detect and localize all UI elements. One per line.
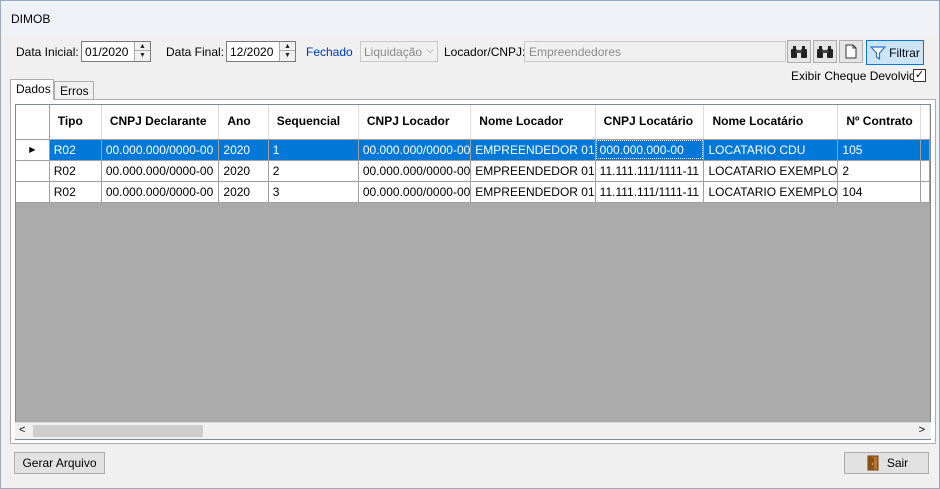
filtrar-button[interactable]: Filtrar — [866, 40, 924, 65]
column-header-overflow — [920, 105, 930, 140]
tab-erros[interactable]: Erros — [54, 81, 94, 100]
data-final-label: Data Final: — [166, 45, 225, 59]
spin-down-icon[interactable]: ▼ — [135, 51, 150, 60]
cell-contrato[interactable]: 105 — [837, 139, 921, 161]
window-title: DIMOB — [11, 12, 51, 26]
filter-toolbar: Data Inicial: 01/2020 ▲ ▼ Data Final: 12… — [1, 35, 939, 83]
data-final-spinner[interactable]: ▲ ▼ — [279, 42, 295, 61]
binoculars-icon — [791, 45, 807, 58]
cell-sequencial[interactable]: 1 — [268, 139, 359, 161]
scrollbar-thumb[interactable] — [33, 425, 203, 437]
grid-table: Tipo CNPJ Declarante Ano Sequencial CNPJ… — [16, 105, 930, 203]
cell-cnpj-declarante[interactable]: 00.000.000/0000-00 — [101, 181, 220, 203]
cell-tipo[interactable]: R02 — [49, 160, 102, 182]
cell-tipo[interactable]: R02 — [49, 181, 102, 203]
cell-nome-locatario[interactable]: LOCATARIO CDU — [703, 139, 839, 161]
cell-contrato[interactable]: 104 — [837, 181, 921, 203]
cell-ano[interactable]: 2020 — [218, 139, 269, 161]
horizontal-scrollbar[interactable]: < > — [15, 422, 931, 439]
tab-dados[interactable]: Dados — [10, 79, 54, 100]
row-selector[interactable] — [16, 181, 50, 203]
scroll-right-arrow-icon[interactable]: > — [919, 424, 925, 436]
cell-sequencial[interactable]: 3 — [268, 181, 359, 203]
search-binoculars-alt-button[interactable] — [813, 40, 837, 63]
cell-cnpj-locatario[interactable]: 11.111.111/1111-11 — [595, 181, 705, 203]
cell-cnpj-declarante[interactable]: 00.000.000/0000-00 — [101, 139, 220, 161]
dimob-window: DIMOB Data Inicial: 01/2020 ▲ ▼ Data Fin… — [0, 0, 940, 489]
data-inicial-label: Data Inicial: — [16, 45, 79, 59]
data-final-value: 12/2020 — [230, 45, 274, 59]
cell-cnpj-locador[interactable]: 00.000.000/0000-00 — [358, 160, 472, 182]
column-header[interactable]: Nome Locatário — [703, 105, 839, 140]
gerar-arquivo-button[interactable]: Gerar Arquivo — [14, 452, 105, 474]
binoculars-icon — [817, 45, 833, 58]
column-header[interactable]: CNPJ Locador — [358, 105, 472, 140]
title-bar: DIMOB — [1, 1, 939, 35]
liquidacao-select[interactable]: Liquidação ⌵ — [360, 41, 438, 62]
row-header-corner — [16, 105, 50, 140]
locador-value: Empreendedores — [529, 45, 622, 59]
data-inicial-value: 01/2020 — [85, 45, 129, 59]
table-row[interactable]: ▶ R02 00.000.000/0000-00 2020 1 00.000.0… — [16, 139, 930, 161]
column-header[interactable]: Nº Contrato — [837, 105, 921, 140]
cell-cnpj-locador[interactable]: 00.000.000/0000-00 — [358, 139, 472, 161]
checkmark-icon: ✓ — [914, 69, 925, 81]
row-selector[interactable] — [16, 160, 50, 182]
filter-funnel-icon — [870, 45, 887, 60]
search-binoculars-button[interactable] — [787, 40, 811, 63]
cell-nome-locatario[interactable]: LOCATARIO EXEMPLO — [703, 181, 839, 203]
cell-nome-locador[interactable]: EMPREENDEDOR 01 — [470, 181, 596, 203]
dados-panel: Tipo CNPJ Declarante Ano Sequencial CNPJ… — [10, 99, 936, 444]
exibir-cheque-checkbox[interactable]: ✓ — [913, 69, 926, 82]
cell-cnpj-locatario[interactable]: 000.000.000-00 — [595, 139, 705, 161]
exibir-cheque-label: Exibir Cheque Devolvido — [791, 69, 923, 83]
chevron-down-icon: ⌵ — [426, 45, 434, 56]
data-inicial-spinner[interactable]: ▲ ▼ — [134, 42, 150, 61]
cell-cnpj-declarante[interactable]: 00.000.000/0000-00 — [101, 160, 220, 182]
cell-contrato[interactable]: 2 — [837, 160, 921, 182]
data-inicial-field[interactable]: 01/2020 ▲ ▼ — [81, 41, 151, 62]
cell-cnpj-locador[interactable]: 00.000.000/0000-00 — [358, 181, 472, 203]
scroll-left-arrow-icon[interactable]: < — [19, 424, 25, 436]
spin-down-icon[interactable]: ▼ — [280, 51, 295, 60]
table-row[interactable]: R02 00.000.000/0000-00 2020 3 00.000.000… — [16, 181, 930, 203]
locador-input[interactable]: Empreendedores — [524, 41, 786, 62]
cell-nome-locador[interactable]: EMPREENDEDOR 01 — [470, 160, 596, 182]
sair-label: Sair — [886, 456, 909, 470]
cell-overflow — [920, 181, 930, 203]
cell-ano[interactable]: 2020 — [218, 181, 269, 203]
document-icon — [845, 44, 857, 59]
liquidacao-value: Liquidação — [364, 45, 423, 59]
filtrar-label: Filtrar — [889, 45, 920, 60]
gerar-arquivo-label: Gerar Arquivo — [22, 456, 97, 470]
column-header[interactable]: Nome Locador — [470, 105, 596, 140]
column-header[interactable]: Tipo — [49, 105, 102, 140]
cell-nome-locatario[interactable]: LOCATARIO EXEMPLO — [703, 160, 839, 182]
sair-button[interactable]: Sair — [844, 452, 929, 474]
dimob-grid[interactable]: Tipo CNPJ Declarante Ano Sequencial CNPJ… — [15, 104, 931, 440]
cell-sequencial[interactable]: 2 — [268, 160, 359, 182]
column-header[interactable]: CNPJ Declarante — [101, 105, 220, 140]
column-header[interactable]: CNPJ Locatário — [595, 105, 705, 140]
fechado-label[interactable]: Fechado — [306, 45, 353, 59]
grid-header-row: Tipo CNPJ Declarante Ano Sequencial CNPJ… — [16, 105, 930, 140]
row-selector-arrow-icon[interactable]: ▶ — [16, 139, 50, 161]
data-final-field[interactable]: 12/2020 ▲ ▼ — [226, 41, 296, 62]
cell-overflow — [920, 139, 930, 161]
cell-ano[interactable]: 2020 — [218, 160, 269, 182]
locador-label: Locador/CNPJ: — [444, 45, 526, 59]
spin-up-icon[interactable]: ▲ — [280, 42, 295, 51]
cell-overflow — [920, 160, 930, 182]
cell-nome-locador[interactable]: EMPREENDEDOR 01 — [470, 139, 596, 161]
tab-dados-label: Dados — [16, 82, 51, 96]
exit-door-icon — [867, 455, 879, 471]
table-row[interactable]: R02 00.000.000/0000-00 2020 2 00.000.000… — [16, 160, 930, 182]
tab-erros-label: Erros — [60, 84, 89, 98]
cell-cnpj-locatario[interactable]: 11.111.111/1111-11 — [595, 160, 705, 182]
new-document-button[interactable] — [839, 40, 863, 63]
column-header[interactable]: Sequencial — [268, 105, 359, 140]
cell-tipo[interactable]: R02 — [49, 139, 102, 161]
column-header[interactable]: Ano — [218, 105, 269, 140]
spin-up-icon[interactable]: ▲ — [135, 42, 150, 51]
